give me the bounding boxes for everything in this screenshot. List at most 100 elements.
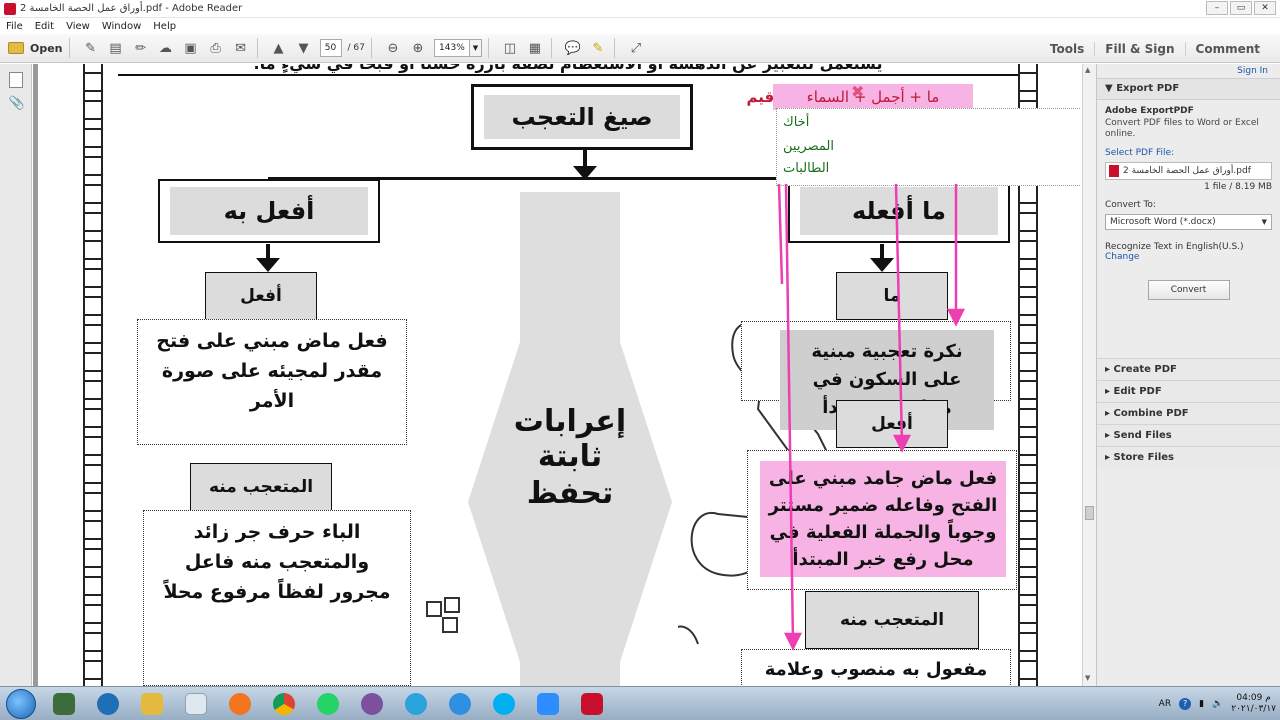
document-viewport[interactable]: يستعمل للتعبير عن الدهشة أو الاستعظام لص… bbox=[33, 64, 1080, 686]
chevron-down-icon: ▼ bbox=[1105, 83, 1113, 94]
cloud-upload-icon[interactable]: ☁ bbox=[156, 38, 176, 58]
toolbar-separator bbox=[613, 38, 615, 58]
pdf-page: يستعمل للتعبير عن الدهشة أو الاستعظام لص… bbox=[38, 64, 1080, 686]
selected-file-name: أوراق عمل الحصة الخامسة 2.pdf bbox=[1123, 166, 1251, 176]
annotation-lines bbox=[777, 183, 966, 651]
section-label: Create PDF bbox=[1113, 364, 1177, 375]
toolbar-separator bbox=[550, 38, 552, 58]
section-edit-pdf[interactable]: ▸ Edit PDF bbox=[1097, 380, 1280, 402]
window-controls: – ▭ ✕ bbox=[1206, 1, 1276, 15]
chevron-down-icon[interactable]: ▼ bbox=[469, 39, 482, 57]
scroll-down-icon[interactable]: ▼ bbox=[1085, 674, 1090, 682]
fit-page-icon[interactable]: ◫ bbox=[500, 38, 520, 58]
fill-sign-button[interactable]: Fill & Sign bbox=[1094, 41, 1184, 56]
taskbar-whatsapp-icon[interactable] bbox=[312, 690, 344, 718]
vertical-scrollbar[interactable]: ▲ ▼ bbox=[1082, 64, 1096, 686]
section-label: Edit PDF bbox=[1113, 386, 1162, 397]
taskbar-adobe-reader-icon[interactable] bbox=[576, 690, 608, 718]
taskbar-calculator-icon[interactable] bbox=[180, 690, 212, 718]
export-pdf-header[interactable]: ▼ Export PDF bbox=[1097, 78, 1280, 100]
taskbar-skype-icon[interactable] bbox=[488, 690, 520, 718]
clock-time: 04:09 م bbox=[1236, 693, 1271, 703]
toolbar-separator bbox=[370, 38, 372, 58]
taskbar-media-icon[interactable] bbox=[92, 690, 124, 718]
zoom-in-icon[interactable]: ⊕ bbox=[408, 38, 428, 58]
section-create-pdf[interactable]: ▸ Create PDF bbox=[1097, 358, 1280, 380]
toolbar-separator bbox=[68, 38, 70, 58]
taskbar-books-icon[interactable] bbox=[48, 690, 80, 718]
clock[interactable]: 04:09 م ٢٠٢١/٠٣/١٧ bbox=[1231, 693, 1276, 715]
window-title: أوراق عمل الحصة الخامسة 2.pdf - Adobe Re… bbox=[20, 3, 243, 14]
tool-sections: ▸ Create PDF ▸ Edit PDF ▸ Combine PDF ▸ … bbox=[1097, 358, 1280, 468]
taskbar-sync-icon[interactable] bbox=[444, 690, 476, 718]
select-file-label: Select PDF File: bbox=[1105, 148, 1175, 158]
save-icon[interactable]: ▣ bbox=[181, 38, 201, 58]
section-label: Send Files bbox=[1113, 430, 1172, 441]
attachments-icon[interactable]: 📎 bbox=[9, 96, 25, 112]
tools-button[interactable]: Tools bbox=[1040, 42, 1094, 56]
page-thumbnails-icon[interactable] bbox=[8, 72, 23, 88]
edit-icon[interactable]: ✏ bbox=[131, 38, 151, 58]
page-number-input[interactable]: 50 bbox=[319, 39, 342, 57]
scroll-thumb[interactable] bbox=[1085, 506, 1094, 520]
expand-icon[interactable]: ⤢ bbox=[626, 38, 646, 58]
highlight-icon[interactable]: ✎ bbox=[588, 38, 608, 58]
create-pdf-icon[interactable]: ✎ bbox=[81, 38, 101, 58]
minimize-button[interactable]: – bbox=[1206, 1, 1228, 15]
open-button[interactable]: Open bbox=[8, 42, 63, 55]
section-store-files[interactable]: ▸ Store Files bbox=[1097, 446, 1280, 468]
export-pdf-body: Adobe ExportPDF Convert PDF files to Wor… bbox=[1097, 100, 1280, 306]
email-icon[interactable]: ✉ bbox=[231, 38, 251, 58]
section-label: Combine PDF bbox=[1113, 408, 1189, 419]
change-link[interactable]: Change bbox=[1105, 252, 1272, 262]
toolbar: Open ✎ ▤ ✏ ☁ ▣ ⎙ ✉ ▲ ▼ 50 / 67 ⊖ ⊕ 143% … bbox=[0, 34, 1280, 63]
taskbar-firefox-icon[interactable] bbox=[224, 690, 256, 718]
taskbar-folder-icon[interactable] bbox=[136, 690, 168, 718]
section-combine-pdf[interactable]: ▸ Combine PDF bbox=[1097, 402, 1280, 424]
menu-window[interactable]: Window bbox=[102, 21, 141, 32]
clock-date: ٢٠٢١/٠٣/١٧ bbox=[1231, 704, 1276, 714]
section-send-files[interactable]: ▸ Send Files bbox=[1097, 424, 1280, 446]
convert-to-label: Convert To: bbox=[1105, 200, 1156, 210]
section-label: Store Files bbox=[1113, 452, 1174, 463]
adobe-reader-icon bbox=[4, 2, 16, 15]
language-indicator[interactable]: AR bbox=[1159, 699, 1171, 709]
file-meta: 1 file / 8.19 MB bbox=[1204, 182, 1272, 192]
selected-file[interactable]: أوراق عمل الحصة الخامسة 2.pdf bbox=[1105, 162, 1272, 180]
comment-button[interactable]: Comment bbox=[1184, 41, 1270, 56]
help-icon[interactable]: ? bbox=[1179, 698, 1192, 710]
taskbar-zoom-icon[interactable] bbox=[532, 690, 564, 718]
start-button[interactable] bbox=[6, 688, 36, 719]
maximize-button[interactable]: ▭ bbox=[1230, 1, 1252, 15]
menu-help[interactable]: Help bbox=[153, 21, 176, 32]
tools-pane: Sign In ▼ Export PDF Adobe ExportPDF Con… bbox=[1096, 64, 1280, 686]
print-icon[interactable]: ⎙ bbox=[206, 38, 226, 58]
taskbar-telegram-icon[interactable] bbox=[400, 690, 432, 718]
sign-in-link[interactable]: Sign In bbox=[1097, 64, 1280, 78]
pdf-file-icon bbox=[1109, 165, 1119, 177]
export-pdf-label: Export PDF bbox=[1116, 83, 1180, 94]
zoom-out-icon[interactable]: ⊖ bbox=[383, 38, 403, 58]
menu-file[interactable]: File bbox=[6, 21, 23, 32]
convert-to-value: Microsoft Word (*.docx) bbox=[1110, 217, 1216, 227]
export-pdf-icon[interactable]: ▤ bbox=[106, 38, 126, 58]
convert-button[interactable]: Convert bbox=[1147, 280, 1230, 300]
next-page-icon[interactable]: ▼ bbox=[294, 38, 314, 58]
fit-width-icon[interactable]: ▦ bbox=[525, 38, 545, 58]
menu-view[interactable]: View bbox=[66, 21, 90, 32]
taskbar-viber-icon[interactable] bbox=[356, 690, 388, 718]
menu-edit[interactable]: Edit bbox=[35, 21, 54, 32]
taskbar-chrome-icon[interactable] bbox=[268, 690, 300, 718]
chevron-down-icon: ▼ bbox=[1261, 218, 1267, 226]
scroll-up-icon[interactable]: ▲ bbox=[1085, 66, 1090, 74]
close-button[interactable]: ✕ bbox=[1254, 1, 1276, 15]
title-bar: أوراق عمل الحصة الخامسة 2.pdf - Adobe Re… bbox=[0, 0, 1280, 18]
previous-page-icon[interactable]: ▲ bbox=[269, 38, 289, 58]
network-icon[interactable]: ▮ bbox=[1199, 699, 1204, 709]
zoom-input[interactable]: 143% bbox=[433, 39, 470, 57]
volume-icon[interactable]: 🔊 bbox=[1212, 699, 1223, 709]
toolbar-separator bbox=[256, 38, 258, 58]
page-total: / 67 bbox=[347, 43, 365, 53]
comment-icon[interactable]: 💬 bbox=[563, 38, 583, 58]
convert-to-select[interactable]: Microsoft Word (*.docx) ▼ bbox=[1105, 214, 1272, 230]
